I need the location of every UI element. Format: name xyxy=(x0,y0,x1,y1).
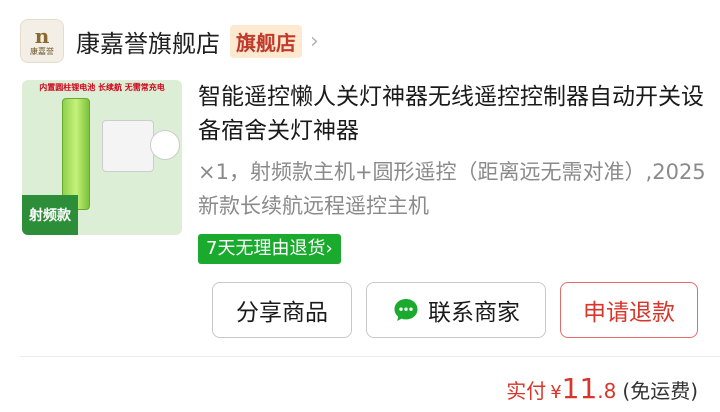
share-product-button[interactable]: 分享商品 xyxy=(212,282,352,338)
price-integer: 11 xyxy=(561,372,598,405)
divider xyxy=(20,356,720,357)
store-logo: n 康嘉誉 xyxy=(20,19,64,63)
return-policy-badge[interactable]: 7天无理由退货› xyxy=(198,234,341,264)
currency-symbol: ¥ xyxy=(550,382,562,403)
chat-bubble-icon xyxy=(394,299,418,321)
share-product-label: 分享商品 xyxy=(236,300,328,326)
store-name[interactable]: 康嘉誉旗舰店 xyxy=(76,24,220,59)
price-decimal: .8 xyxy=(597,379,617,403)
request-refund-label: 申请退款 xyxy=(583,300,675,326)
store-header[interactable]: n 康嘉誉 康嘉誉旗舰店 旗舰店 › xyxy=(20,18,319,64)
round-remote-graphic xyxy=(150,130,180,160)
product-spec: ×1，射频款主机+圆形遥控（距离远无需对准）,2025新款长续航远程遥控主机 xyxy=(198,160,706,218)
product-title[interactable]: 智能遥控懒人关灯神器无线遥控控制器自动开关设备宿舍关灯神器 xyxy=(198,80,708,148)
store-logo-text: 康嘉誉 xyxy=(30,46,54,56)
switch-panel-graphic xyxy=(102,120,154,172)
shipping-note: (免运费) xyxy=(622,379,698,403)
paid-label: 实付 xyxy=(506,379,547,403)
payment-summary: 实付 ¥ 11 .8 (免运费) xyxy=(506,372,698,408)
product-image[interactable]: 内置圆柱锂电池 长续航 无需常充电 射频款 xyxy=(22,80,182,235)
contact-merchant-label: 联系商家 xyxy=(428,300,520,326)
product-image-banner: 内置圆柱锂电池 长续航 无需常充电 xyxy=(39,83,165,92)
product-image-tag: 射频款 xyxy=(22,195,78,235)
battery-graphic xyxy=(62,98,90,210)
chevron-right-icon[interactable]: › xyxy=(310,29,319,54)
contact-merchant-button[interactable]: 联系商家 xyxy=(366,282,546,338)
store-logo-mark: n xyxy=(34,23,50,48)
flagship-badge: 旗舰店 xyxy=(230,24,302,58)
request-refund-button[interactable]: 申请退款 xyxy=(560,282,698,338)
